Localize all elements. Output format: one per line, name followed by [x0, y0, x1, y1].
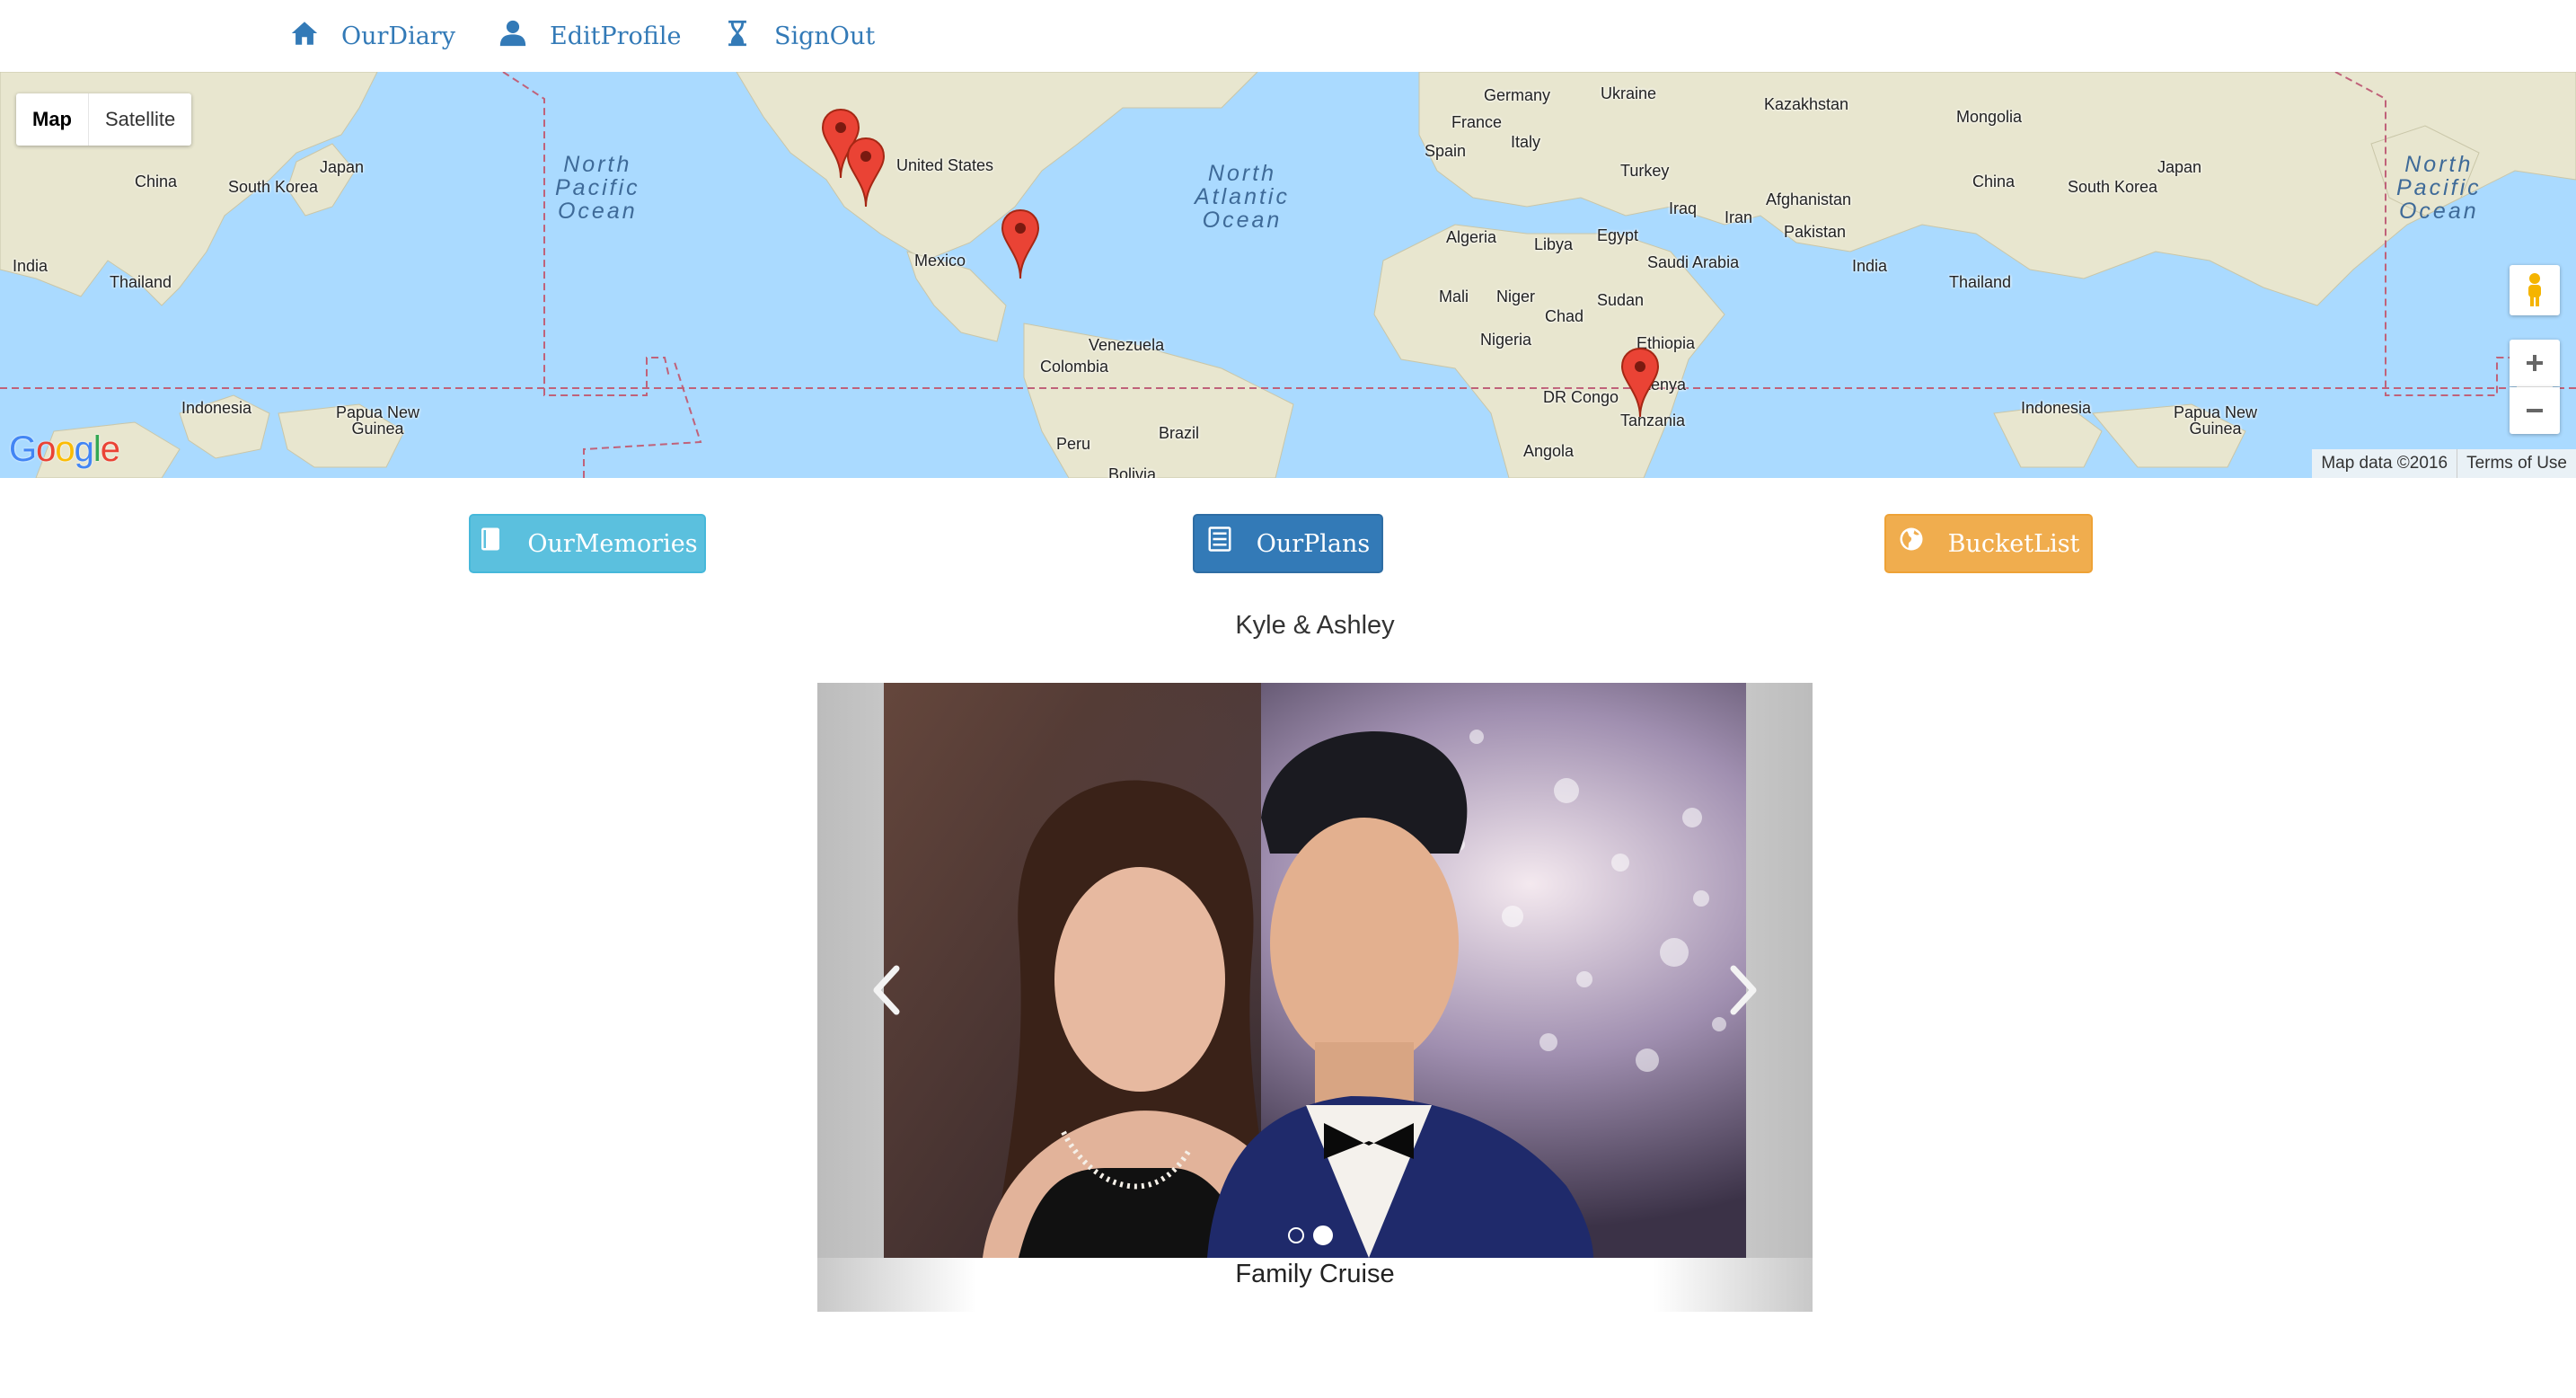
map-label: Niger: [1496, 288, 1536, 305]
nav-signout-label: SignOut: [774, 22, 876, 50]
map-label: China: [135, 173, 178, 190]
nav-ourdiary-label: OurDiary: [341, 22, 455, 50]
map-type-control: Map Satellite: [16, 93, 192, 146]
ocean-label-pacific-left: North Pacific Ocean: [555, 152, 640, 224]
map-label: Afghanistan: [1766, 190, 1852, 208]
nav-editprofile-link[interactable]: EditProfile: [498, 0, 681, 72]
map-label: Papua New Guinea: [2174, 403, 2258, 438]
carousel-prev-arrow-icon[interactable]: [869, 963, 905, 1017]
map-label: Kazakhstan: [1764, 95, 1849, 113]
street-view-pegman-icon[interactable]: [2510, 265, 2560, 315]
map-label: Italy: [1511, 133, 1541, 151]
map-label: Sudan: [1597, 291, 1645, 309]
zoom-out-button[interactable]: [2510, 387, 2560, 434]
bucket-list-label: BucketList: [1947, 529, 2080, 558]
map-data-text: Map data ©2016: [2312, 449, 2457, 478]
map-label: Bolivia: [1108, 465, 1157, 478]
map-label: Angola: [1523, 442, 1575, 460]
map-label: Japan: [320, 158, 365, 176]
plus-icon: [2527, 355, 2543, 371]
carousel-indicator-2[interactable]: [1313, 1225, 1333, 1245]
map-label: Indonesia: [2021, 399, 2092, 417]
map-marker-icon[interactable]: [1620, 347, 1660, 419]
map-marker-icon[interactable]: [1001, 208, 1040, 280]
google-logo[interactable]: Google: [9, 429, 120, 470]
map-label: India: [1852, 257, 1888, 275]
map-type-map-button[interactable]: Map: [16, 93, 89, 146]
carousel-photo: [884, 683, 1746, 1258]
map-attribution: Map data ©2016 Terms of Use: [2312, 449, 2576, 478]
map-label: Algeria: [1446, 228, 1497, 246]
map-label: Peru: [1056, 435, 1091, 453]
carousel-indicator-1[interactable]: [1288, 1227, 1304, 1243]
map-label: Mexico: [914, 252, 966, 270]
couple-name: Kyle & Ashley: [1235, 611, 1395, 640]
our-plans-button[interactable]: OurPlans: [1193, 514, 1383, 573]
carousel-next-arrow-icon[interactable]: [1725, 963, 1760, 1017]
ocean-label-pacific-right: North Pacific Ocean: [2396, 152, 2482, 224]
map-label: South Korea: [2068, 178, 2158, 196]
map-label: India: [13, 257, 49, 275]
map-label: Iraq: [1669, 199, 1698, 217]
our-plans-label: OurPlans: [1256, 529, 1371, 558]
carousel-caption: Family Cruise: [1235, 1260, 1395, 1288]
nav-signout-link[interactable]: SignOut: [722, 0, 875, 72]
map-label: Venezuela: [1089, 336, 1165, 354]
carousel-indicators: [1288, 1225, 1333, 1245]
nav-editprofile-label: EditProfile: [550, 22, 682, 50]
map-label: Mongolia: [1956, 108, 2023, 126]
map-label: Papua New Guinea: [336, 403, 420, 438]
map-label: Brazil: [1159, 424, 1200, 442]
map-label: Iran: [1725, 208, 1753, 226]
map-label: Egypt: [1597, 226, 1639, 244]
our-memories-label: OurMemories: [527, 529, 698, 558]
map-label: Libya: [1534, 235, 1574, 253]
map-label: United States: [896, 156, 994, 174]
map-label: DR Congo: [1543, 388, 1619, 406]
map-label: Ukraine: [1601, 84, 1657, 102]
map-label: South Korea: [228, 178, 319, 196]
map-label: Colombia: [1040, 358, 1109, 376]
hourglass-icon: [722, 18, 753, 49]
map-label: Thailand: [110, 273, 172, 291]
map-label: Chad: [1545, 307, 1584, 325]
map-label: Saudi Arabia: [1647, 253, 1740, 271]
top-nav: OurDiary EditProfile SignOut: [0, 0, 2576, 72]
book-icon: [477, 526, 504, 553]
map-label: Indonesia: [181, 399, 252, 417]
globe-icon: [1898, 526, 1925, 553]
our-memories-button[interactable]: OurMemories: [469, 514, 706, 573]
map-label: Germany: [1484, 86, 1551, 104]
photo-carousel: Family Cruise: [817, 683, 1813, 1312]
map-type-satellite-button[interactable]: Satellite: [89, 93, 191, 146]
map-marker-icon[interactable]: [846, 137, 886, 208]
user-icon: [498, 18, 528, 49]
map-label: Spain: [1425, 142, 1467, 160]
map-label: Thailand: [1949, 273, 2012, 291]
zoom-in-button[interactable]: [2510, 340, 2560, 386]
terms-of-use-link[interactable]: Terms of Use: [2457, 449, 2576, 478]
home-icon: [289, 18, 320, 49]
world-map[interactable]: North Pacific Ocean North Atlantic Ocean…: [0, 72, 2576, 478]
map-label: Japan: [2157, 158, 2202, 176]
map-label: Nigeria: [1480, 331, 1532, 349]
nav-ourdiary-link[interactable]: OurDiary: [289, 0, 455, 72]
map-label: China: [1972, 173, 2016, 190]
ocean-label-atlantic: North Atlantic Ocean: [1195, 161, 1290, 233]
bucket-list-button[interactable]: BucketList: [1884, 514, 2093, 573]
list-icon: [1206, 526, 1233, 553]
minus-icon: [2527, 409, 2543, 412]
map-label: Pakistan: [1784, 223, 1847, 241]
map-label: Turkey: [1620, 162, 1670, 180]
map-label: France: [1451, 113, 1503, 131]
map-label: Mali: [1439, 288, 1469, 305]
